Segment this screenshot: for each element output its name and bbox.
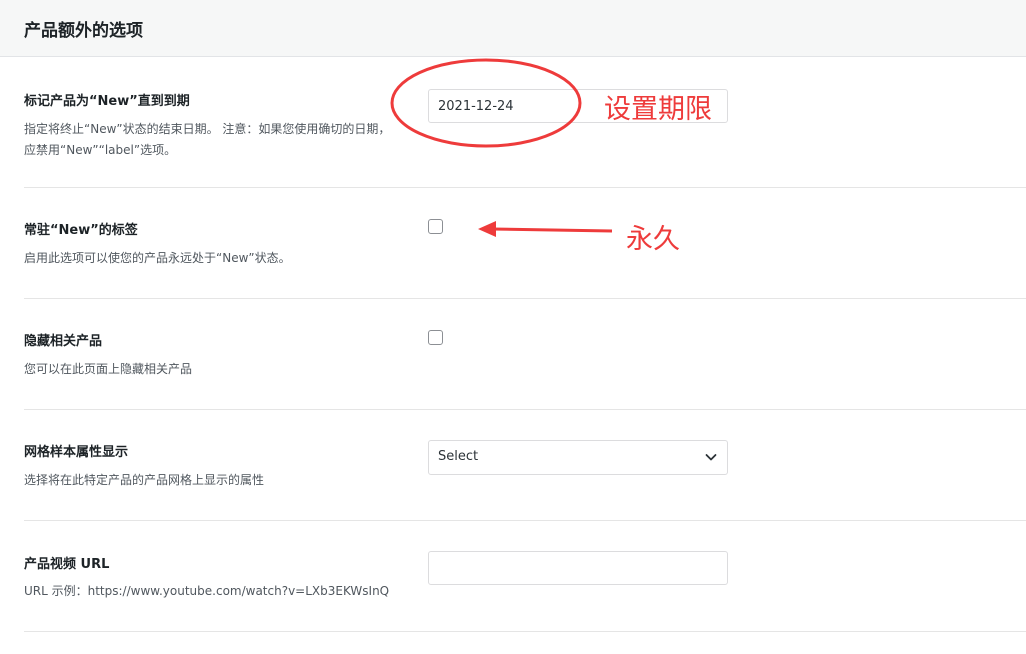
permanent-new-description: 启用此选项可以使您的产品永远处于“New”状态。 (24, 251, 291, 265)
grid-swatch-label: 网格样本属性显示 (24, 445, 129, 460)
permanent-new-label: 常驻“New”的标签 (24, 223, 138, 238)
grid-swatch-selected-value: Select (438, 449, 479, 464)
option-row-new-expiry: 标记产品为“New”直到到期 指定将终止“New”状态的结束日期。 注意：如果您… (24, 57, 1026, 188)
annotation-date-note: 设置期限 (604, 94, 712, 125)
video-url-input[interactable] (428, 551, 728, 585)
section-title: 产品额外的选项 (24, 21, 143, 41)
grid-swatch-description: 选择将在此特定产品的产品网格上显示的属性 (24, 473, 265, 487)
hide-related-label: 隐藏相关产品 (24, 334, 103, 349)
permanent-new-checkbox[interactable] (428, 219, 443, 234)
option-row-permanent-new: 常驻“New”的标签 启用此选项可以使您的产品永远处于“New”状态。 (24, 188, 1026, 299)
chevron-down-icon (705, 454, 717, 461)
hide-related-checkbox[interactable] (428, 330, 443, 345)
grid-swatch-select[interactable]: Select (428, 440, 728, 475)
option-row-hide-related: 隐藏相关产品 您可以在此页面上隐藏相关产品 (24, 299, 1026, 410)
annotation-permanent-note: 永久 (626, 224, 680, 255)
section-header: 产品额外的选项 (0, 0, 1026, 57)
hide-related-description: 您可以在此页面上隐藏相关产品 (24, 362, 193, 376)
video-url-label: 产品视频 URL (24, 557, 110, 572)
new-expiry-label: 标记产品为“New”直到到期 (24, 94, 190, 109)
video-url-description: URL 示例：https://www.youtube.com/watch?v=L… (24, 584, 390, 598)
option-row-grid-swatch: 网格样本属性显示 选择将在此特定产品的产品网格上显示的属性 Select (24, 410, 1026, 521)
option-row-video-url: 产品视频 URL URL 示例：https://www.youtube.com/… (24, 521, 1026, 632)
new-expiry-description: 指定将终止“New”状态的结束日期。 注意：如果您使用确切的日期，应禁用“New… (24, 122, 391, 157)
